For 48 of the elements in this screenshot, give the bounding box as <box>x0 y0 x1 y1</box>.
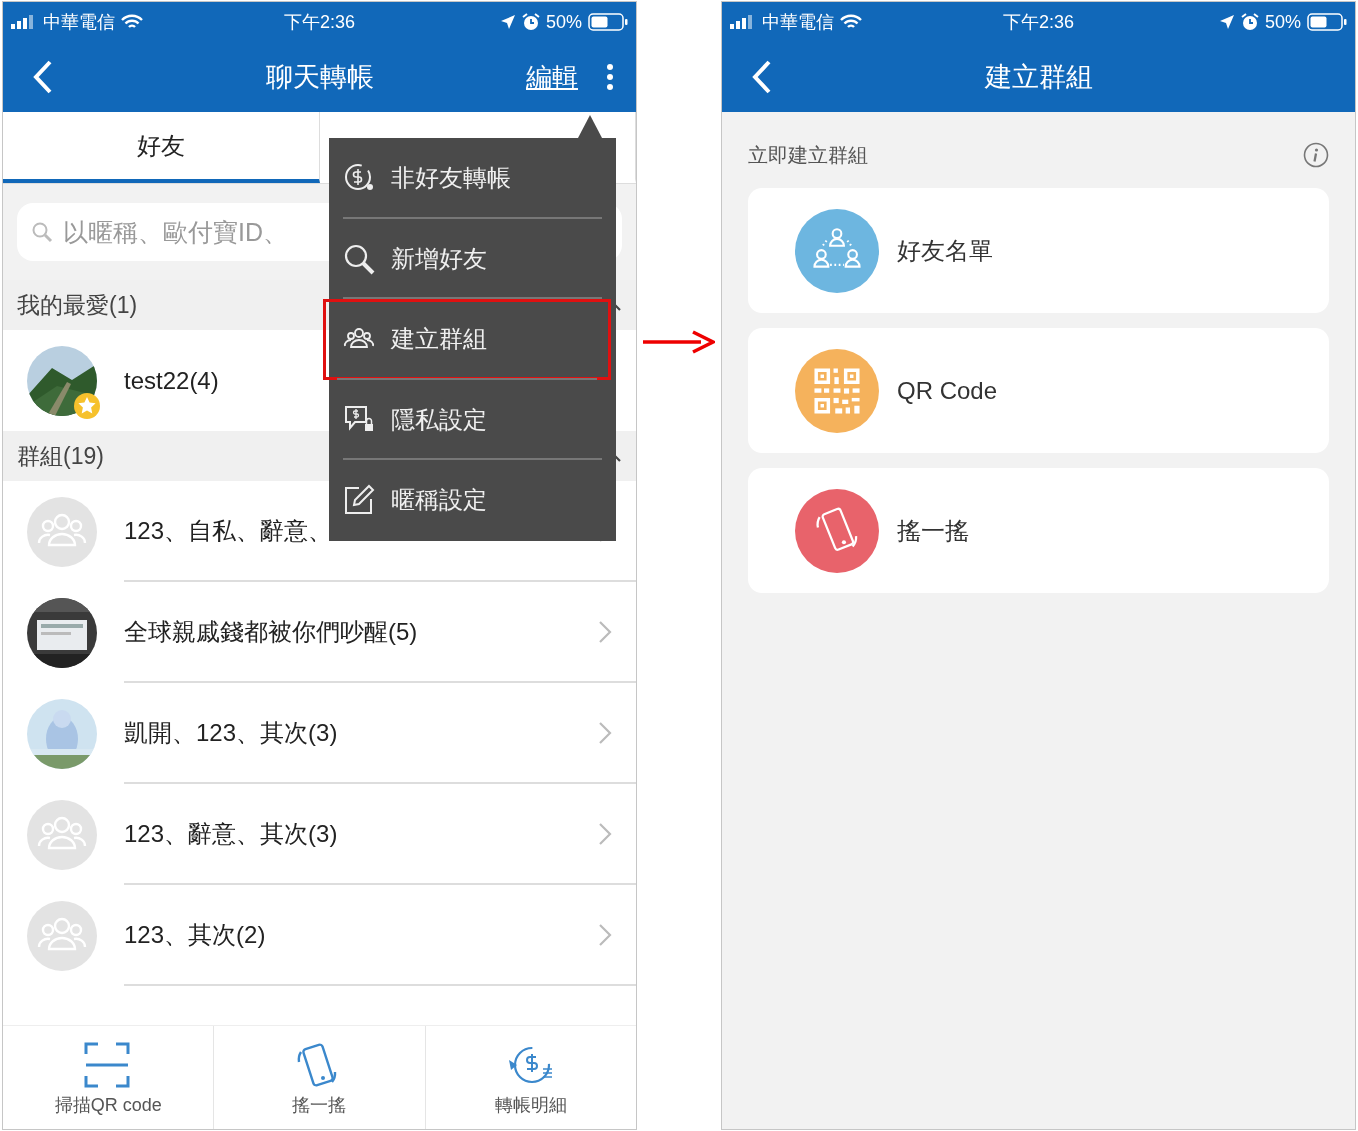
back-icon <box>752 60 772 94</box>
contact-name: test22(4) <box>124 365 219 396</box>
edit-link[interactable]: 編輯 <box>526 57 578 97</box>
battery-icon <box>1307 13 1347 31</box>
info-icon[interactable] <box>1303 142 1329 168</box>
right-arrow-icon <box>643 329 715 355</box>
section-header: 群組(19) <box>17 441 104 471</box>
chevron-right-icon <box>598 821 612 846</box>
chevron-right-icon <box>598 720 612 745</box>
tab[interactable]: 好友 <box>3 112 320 183</box>
chevron-right-icon <box>598 619 612 644</box>
edit-icon <box>343 484 377 517</box>
more-icon <box>606 63 614 91</box>
back-button[interactable] <box>33 60 53 94</box>
battery-icon <box>588 13 628 31</box>
option-card[interactable]: 搖一搖 <box>748 468 1329 593</box>
group-avatar-icon <box>27 900 97 971</box>
scan-frame-icon <box>84 1042 133 1088</box>
more-menu-button[interactable] <box>606 63 614 91</box>
contact-name: 123、辭意、其次(3) <box>124 818 338 849</box>
back-icon <box>33 60 53 94</box>
contact-name: 123、其次(2) <box>124 919 266 950</box>
option-card[interactable]: 好友名單 <box>748 188 1329 313</box>
status-time: 下午2:36 <box>1003 10 1075 34</box>
group-avatar-icon <box>27 799 97 870</box>
back-button[interactable] <box>752 60 772 94</box>
search-icon <box>343 242 377 275</box>
group-avatar-icon <box>27 496 97 567</box>
section-label: 立即建立群組 <box>748 143 868 168</box>
option-card[interactable]: QR Code <box>748 328 1329 453</box>
location-arrow-icon <box>500 14 516 30</box>
carrier-name: 中華電信 <box>43 10 115 34</box>
status-time: 下午2:36 <box>284 10 356 34</box>
section-header: 我的最愛(1) <box>17 290 138 320</box>
wifi-icon <box>840 14 862 30</box>
location-arrow-icon <box>1219 14 1235 30</box>
contact-name: 凱開、123、其次(3) <box>124 717 338 748</box>
alarm-icon <box>1241 13 1259 31</box>
search-icon <box>31 221 53 243</box>
screen-title: 聊天轉帳 <box>265 60 374 94</box>
wifi-icon <box>121 14 143 30</box>
chevron-right-icon <box>598 922 612 947</box>
alarm-icon <box>522 13 540 31</box>
contact-name: 全球親戚錢都被你們吵醒(5) <box>124 616 418 647</box>
carrier-name: 中華電信 <box>762 10 834 34</box>
battery-percent: 50% <box>546 10 582 34</box>
screen-title: 建立群組 <box>984 60 1093 94</box>
battery-percent: 50% <box>1265 10 1301 34</box>
